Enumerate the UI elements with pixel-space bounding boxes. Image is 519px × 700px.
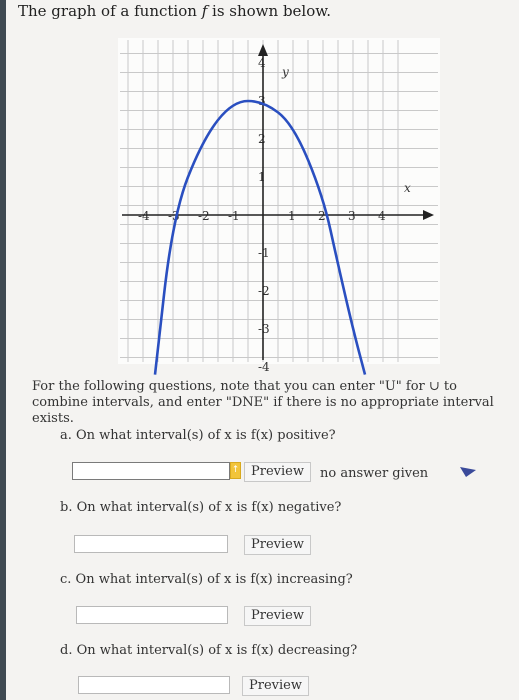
flag-icon: ↑ [230,462,241,479]
answer-d-input[interactable] [78,676,230,694]
y-tick-label: 4 [258,56,266,70]
x-tick-label: 1 [288,209,296,223]
x-tick-label: 4 [378,209,386,223]
question-c: c. On what interval(s) of x is f(x) incr… [60,572,353,587]
answer-status: no answer given [320,466,429,481]
question-d: d. On what interval(s) of x is f(x) decr… [60,643,358,658]
question-b: b. On what interval(s) of x is f(x) nega… [60,500,342,515]
answer-b-input[interactable] [74,535,228,553]
warning-triangle-icon [460,467,476,477]
preview-button-c[interactable]: Preview [244,606,311,626]
y-tick-label: 1 [258,170,266,184]
preview-button-a[interactable]: Preview [244,462,311,482]
x-tick-label: -1 [228,209,240,223]
answer-a-input[interactable] [72,462,230,480]
y-axis-label: y [281,65,289,79]
y-tick-label: -3 [258,322,270,336]
x-tick-label: -2 [198,209,210,223]
graph-background [118,38,440,364]
y-tick-label: 2 [258,132,266,146]
x-axis-label: x [404,181,411,195]
x-tick-label: -4 [138,209,150,223]
question-a: a. On what interval(s) of x is f(x) posi… [60,428,336,443]
x-tick-label: 3 [348,209,356,223]
y-tick-label: -1 [258,246,270,260]
function-graph: -4 -3 -2 -1 1 2 3 44321-1-2-3-4 x y [118,38,440,375]
answer-c-input[interactable] [76,606,228,624]
y-tick-label: -2 [258,284,270,298]
instructions: For the following questions, note that y… [32,379,494,426]
y-tick-label: 3 [258,94,266,108]
y-tick-label: -4 [258,360,270,374]
preview-button-b[interactable]: Preview [244,535,311,555]
preview-button-d[interactable]: Preview [242,676,309,696]
